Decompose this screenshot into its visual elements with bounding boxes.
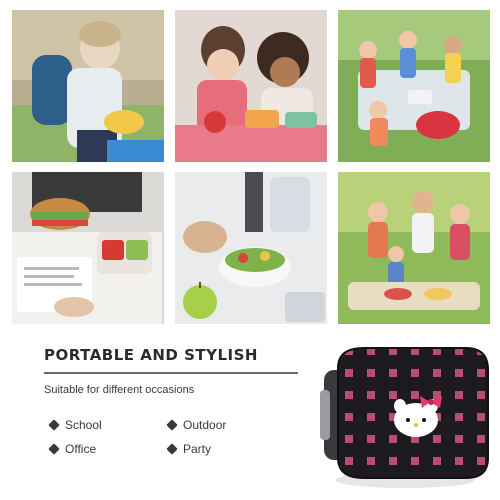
kids-lunch-table-photo: [175, 10, 327, 162]
salad-bowl-photo: [175, 172, 327, 324]
office-lunch-photo: [12, 172, 164, 324]
occasion-label: Outdoor: [183, 418, 227, 432]
photo-gallery: [12, 10, 490, 324]
occasion-label: Office: [65, 442, 97, 456]
occasion-item-party: Party: [166, 442, 286, 456]
title-divider: [44, 372, 298, 374]
occasion-item-school: School: [48, 418, 168, 432]
occasion-item-outdoor: Outdoor: [166, 418, 286, 432]
schoolboy-photo: [12, 10, 164, 162]
lunch-bag-icon: [316, 340, 494, 490]
occasion-item-office: Office: [48, 442, 168, 456]
diamond-bullet-icon: [166, 443, 178, 455]
occasion-list: School Outdoor Office Party: [48, 418, 300, 456]
occasion-label: Party: [183, 442, 212, 456]
promo-subtitle: Suitable for different occasions: [44, 384, 195, 396]
occasion-label: School: [65, 418, 102, 432]
family-picnic-photo: [338, 172, 490, 324]
kids-picnic-outdoor-photo: [338, 10, 490, 162]
diamond-bullet-icon: [48, 419, 60, 431]
diamond-bullet-icon: [166, 419, 178, 431]
diamond-bullet-icon: [48, 443, 60, 455]
promo-title: PORTABLE AND STYLISH: [44, 346, 258, 364]
